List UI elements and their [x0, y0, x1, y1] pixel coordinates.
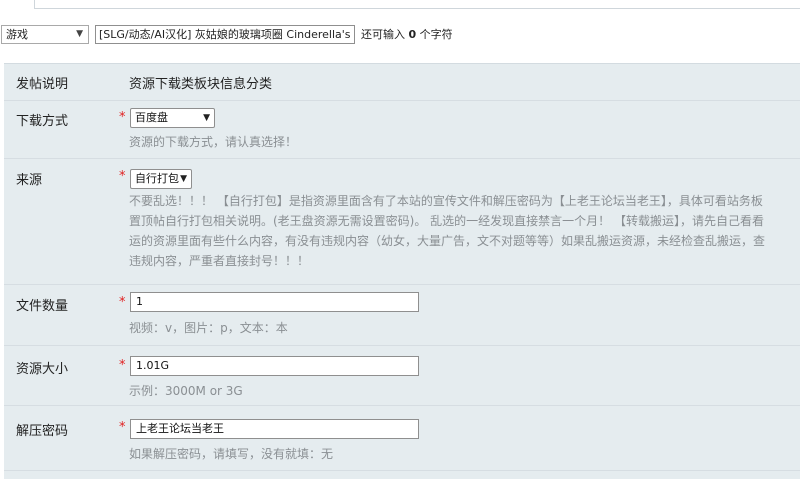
thread-title-input[interactable]: [SLG/动态/AI汉化] 灰姑娘的玻璃项圈 Cinderella's v0.1…: [95, 25, 355, 44]
source-hint-line: 运的资源里面有些什么内容，有没有违规内容（幼女，大量广告，文不对题等等）如果乱搬…: [129, 234, 766, 248]
size-label: 资源大小: [16, 362, 69, 377]
tab-divider: [34, 8, 800, 9]
size-input[interactable]: 1.01G: [130, 356, 419, 376]
password-hint: 如果解压密码，请填写，没有就填：无: [129, 447, 334, 461]
row-password: 解压密码 * 上老王论坛当老王 如果解压密码，请填写，没有就填：无: [4, 406, 800, 471]
source-label: 来源: [16, 173, 43, 188]
password-label: 解压密码: [16, 424, 69, 439]
source-hint: 不要乱选！！！ 【自行打包】是指资源里面含有了本站的宣传文件和解压密码为【上老王…: [129, 191, 800, 271]
password-input[interactable]: 上老王论坛当老王: [130, 419, 419, 439]
chevron-down-icon: ▼: [180, 174, 187, 184]
required-mark: *: [119, 169, 126, 184]
char-count-value: 0: [408, 28, 417, 41]
source-hint-line: 违规内容，严重者直接封号！！！: [129, 254, 310, 268]
row-size: 资源大小 * 1.01G 示例：3000M or 3G: [4, 346, 800, 406]
title-row: 游戏 ▼ [SLG/动态/AI汉化] 灰姑娘的玻璃项圈 Cinderella's…: [0, 23, 800, 47]
thread-type-value: 游戏: [6, 28, 28, 41]
file-count-hint: 视频：v，图片：p，文本：本: [129, 321, 288, 335]
source-hint-line: 置顶帖自行打包相关说明。(老王盘资源无需设置密码)。 乱选的一经发现直接禁言一个…: [129, 214, 764, 228]
source-value: 自行打包: [135, 172, 179, 185]
thread-type-select[interactable]: 游戏 ▼: [1, 25, 89, 44]
source-select[interactable]: 自行打包 ▼: [130, 169, 192, 189]
intro-value: 资源下载类板块信息分类: [129, 77, 273, 92]
chevron-down-icon: ▼: [76, 29, 83, 39]
download-label: 下载方式: [16, 114, 69, 129]
download-hint: 资源的下载方式，请认真选择！: [129, 135, 298, 149]
file-count-label: 文件数量: [16, 299, 69, 314]
download-method-value: 百度盘: [135, 111, 168, 124]
row-intro: 发帖说明 资源下载类板块信息分类: [4, 64, 800, 101]
intro-label: 发帖说明: [16, 77, 69, 92]
row-source: 来源 * 自行打包 ▼ 不要乱选！！！ 【自行打包】是指资源里面含有了本站的宣传…: [4, 159, 800, 285]
chevron-down-icon: ▼: [203, 113, 210, 123]
tab-strip: [0, 0, 800, 9]
file-count-input[interactable]: 1: [130, 292, 419, 312]
row-download: 下载方式 * 百度盘 ▼ 资源的下载方式，请认真选择！: [4, 101, 800, 159]
required-mark: *: [119, 420, 126, 435]
tab-active[interactable]: [0, 0, 35, 9]
char-count-suffix: 个字符: [419, 28, 453, 41]
size-hint: 示例：3000M or 3G: [129, 384, 243, 398]
row-file-count: 文件数量 * 1 视频：v，图片：p，文本：本: [4, 285, 800, 346]
source-hint-line: 不要乱选！！！ 【自行打包】是指资源里面含有了本站的宣传文件和解压密码为【上老王…: [129, 194, 763, 208]
download-method-select[interactable]: 百度盘 ▼: [130, 108, 215, 128]
required-mark: *: [119, 358, 126, 373]
char-count-text: 还可输入 0 个字符: [361, 25, 453, 44]
char-count-prefix: 还可输入: [361, 28, 405, 41]
required-mark: *: [119, 110, 126, 125]
required-mark: *: [119, 295, 126, 310]
form-panel: 发帖说明 资源下载类板块信息分类 下载方式 * 百度盘 ▼ 资源的下载方式，请认…: [4, 63, 800, 479]
